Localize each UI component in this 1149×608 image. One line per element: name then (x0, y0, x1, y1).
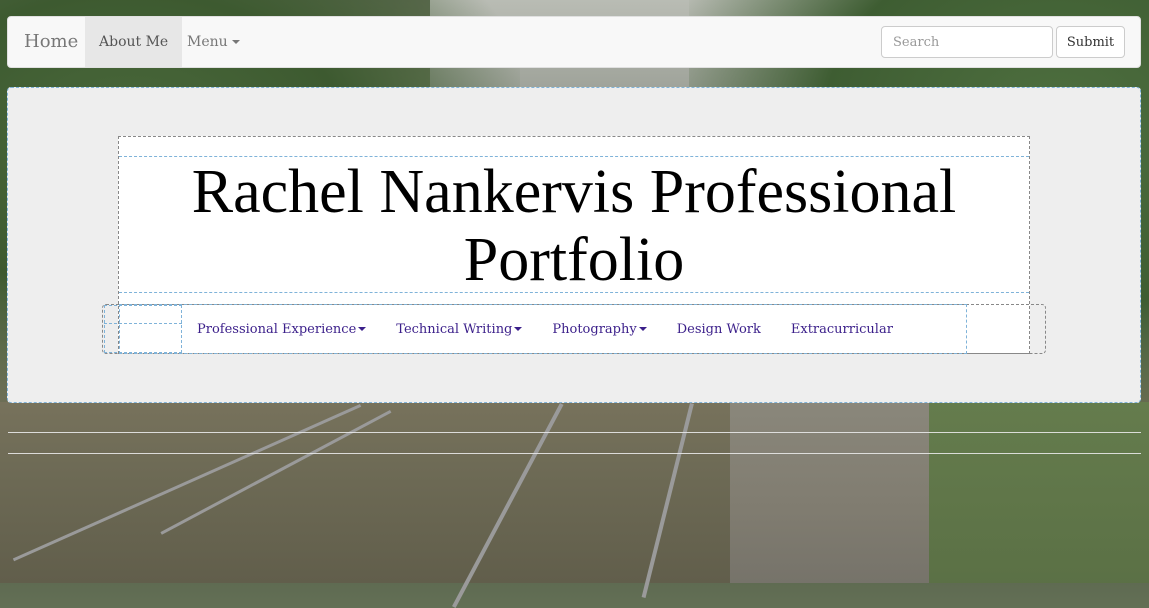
subnav-item-label: Photography (552, 321, 637, 337)
subnav-professional-experience[interactable]: Professional Experience (182, 322, 381, 337)
nav-menu-dropdown[interactable]: Menu (173, 17, 254, 67)
nav-about-me-label: About Me (99, 34, 169, 50)
subnav-item-label: Extracurricular (790, 321, 893, 337)
subnav-photography[interactable]: Photography (537, 322, 661, 337)
section-nav: Professional Experience Technical Writin… (182, 305, 908, 353)
submit-button[interactable]: Submit (1056, 26, 1125, 58)
top-navbar: Home About Me Menu Submit (7, 16, 1141, 68)
divider (104, 323, 182, 324)
page-title: Rachel Nankervis Professional Portfolio (191, 158, 957, 294)
caret-down-icon (638, 327, 647, 331)
subnav-item-label: Professional Experience (197, 321, 357, 337)
subnav-design-work[interactable]: Design Work (662, 322, 776, 337)
caret-down-icon (231, 40, 240, 44)
search-input[interactable] (881, 26, 1053, 58)
subnav-extracurricular[interactable]: Extracurricular (776, 322, 908, 337)
subnav-item-label: Technical Writing (396, 321, 513, 337)
caret-down-icon (358, 327, 367, 331)
subnav-technical-writing[interactable]: Technical Writing (381, 322, 537, 337)
subnav-item-label: Design Work (676, 321, 761, 337)
nav-menu-label: Menu (187, 34, 228, 50)
background-grass (929, 402, 1149, 583)
caret-down-icon (514, 327, 523, 331)
divider (8, 432, 1141, 433)
divider (8, 453, 1141, 454)
nav-home-link[interactable]: Home (24, 31, 78, 52)
nav-about-me[interactable]: About Me (85, 17, 183, 67)
subnav-empty-column (104, 305, 182, 353)
